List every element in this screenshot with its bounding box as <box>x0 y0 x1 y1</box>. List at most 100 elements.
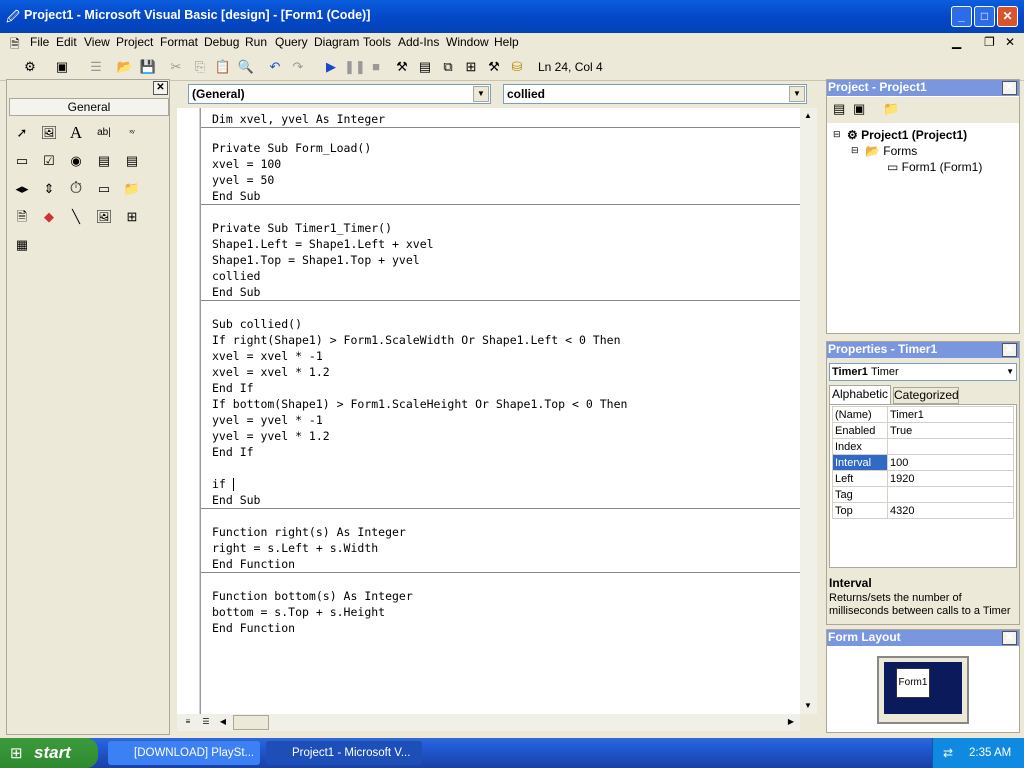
tree-form1-item[interactable]: ▭ Form1 (Form1) <box>887 160 982 174</box>
open-icon[interactable]: 📂 <box>115 57 135 77</box>
property-value[interactable] <box>887 438 1014 455</box>
listbox-icon[interactable]: ▤ <box>121 150 143 172</box>
ole-icon[interactable]: ▦ <box>11 234 33 256</box>
shape-icon[interactable]: ◆ <box>38 206 60 228</box>
toolbox-close-icon[interactable]: ✕ <box>153 81 168 95</box>
tree-collapse-icon[interactable]: ⊟ <box>851 145 859 156</box>
view-object-icon[interactable]: ▣ <box>853 101 865 117</box>
hscrollbar-icon[interactable]: ◂▸ <box>11 178 33 200</box>
menu-window[interactable]: Window <box>446 35 489 49</box>
menu-help[interactable]: Help <box>494 35 519 49</box>
object-combo[interactable]: (General) ▼ <box>188 84 491 104</box>
object-selector[interactable]: Timer1 Timer ▼ <box>829 363 1017 381</box>
property-value[interactable]: 1920 <box>887 470 1014 487</box>
filelistbox-icon[interactable]: 🗎 <box>11 206 33 228</box>
chevron-down-icon[interactable]: ▼ <box>473 86 489 102</box>
redo-icon[interactable]: ↷ <box>288 57 308 77</box>
paste-icon[interactable]: 📋 <box>213 57 233 77</box>
form-layout-icon[interactable]: ⧉ <box>438 57 458 77</box>
toggle-folders-icon[interactable]: 📁 <box>883 101 899 117</box>
save-icon[interactable]: 💾 <box>138 57 158 77</box>
vb-app-icon[interactable]: 🖉 <box>6 8 20 30</box>
label-icon[interactable]: A <box>65 122 87 144</box>
tree-forms-folder[interactable]: 📂 Forms <box>865 144 917 158</box>
image-icon[interactable]: 🖼 <box>93 206 115 228</box>
frame-icon[interactable]: ˣʸ <box>121 122 143 144</box>
maximize-button[interactable]: □ <box>974 6 995 27</box>
add-form-icon[interactable]: ▣ <box>52 57 72 77</box>
property-row[interactable]: Index <box>832 438 1014 455</box>
run-icon[interactable]: ▶ <box>321 57 341 77</box>
property-row[interactable]: Enabled True <box>832 422 1014 439</box>
undo-icon[interactable]: ↶ <box>265 57 285 77</box>
menu-view[interactable]: View <box>84 35 110 49</box>
scroll-left-icon[interactable]: ◀ <box>215 714 231 730</box>
tree-collapse-icon[interactable]: ⊟ <box>833 129 841 140</box>
project-panel-close-icon[interactable]: ✕ <box>1002 81 1017 95</box>
view-code-icon[interactable]: ▤ <box>833 101 845 117</box>
dirlistbox-icon[interactable]: 📁 <box>121 178 143 200</box>
add-project-icon[interactable]: ⚙ <box>20 57 40 77</box>
taskbar-item-vb[interactable]: Project1 - Microsoft V... <box>266 741 422 765</box>
data-view-icon[interactable]: ⛁ <box>507 57 527 77</box>
menu-editor-icon[interactable]: ☰ <box>86 57 106 77</box>
menu-tools[interactable]: Tools <box>363 35 391 49</box>
full-module-view-icon[interactable]: ☰ <box>198 714 214 730</box>
cut-icon[interactable]: ✂ <box>166 57 186 77</box>
form1-preview[interactable]: Form1 <box>896 668 930 698</box>
code-editor[interactable]: Dim xvel, yvel As Integer Private Sub Fo… <box>200 108 800 714</box>
menu-add-ins[interactable]: Add-Ins <box>398 35 439 49</box>
tab-categorized[interactable]: Categorized <box>893 387 959 404</box>
tab-alphabetic[interactable]: Alphabetic <box>829 385 891 404</box>
property-row[interactable]: Left 1920 <box>832 470 1014 487</box>
property-value[interactable]: 4320 <box>887 502 1014 519</box>
toolbox-tab-general[interactable]: General <box>9 98 169 116</box>
taskbar-item-download[interactable]: [DOWNLOAD] PlaySt... <box>108 741 260 765</box>
mdi-close-icon[interactable]: ✕ <box>1005 35 1015 49</box>
data-icon[interactable]: ⊞ <box>121 206 143 228</box>
mdi-minimize-icon[interactable]: ▁ <box>952 35 961 49</box>
line-icon[interactable]: ╲ <box>65 206 87 228</box>
copy-icon[interactable]: ⎘ <box>190 57 210 77</box>
property-row[interactable]: Tag <box>832 486 1014 503</box>
properties-window-icon[interactable]: ▤ <box>415 57 435 77</box>
combobox-icon[interactable]: ▤ <box>93 150 115 172</box>
object-browser-icon[interactable]: ⊞ <box>461 57 481 77</box>
minimize-button[interactable]: _ <box>951 6 972 27</box>
project-explorer-icon[interactable]: ⚒ <box>392 57 412 77</box>
menu-file[interactable]: File <box>30 35 49 49</box>
property-row[interactable]: (Name) Timer1 <box>832 406 1014 423</box>
property-row-selected[interactable]: Interval 100 <box>832 454 1014 471</box>
mdi-restore-icon[interactable]: ❐ <box>984 35 995 49</box>
commandbutton-icon[interactable]: ▭ <box>11 150 33 172</box>
toolbox-icon[interactable]: ⚒ <box>484 57 504 77</box>
optionbutton-icon[interactable]: ◉ <box>65 150 87 172</box>
property-value[interactable]: 100 <box>887 454 1014 471</box>
drivelistbox-icon[interactable]: ▭ <box>93 178 115 200</box>
menu-diagram[interactable]: Diagram <box>314 35 359 49</box>
vscrollbar-icon[interactable]: ⇕ <box>38 178 60 200</box>
property-value[interactable]: Timer1 <box>887 406 1014 423</box>
property-value[interactable] <box>887 486 1014 503</box>
scroll-thumb[interactable] <box>233 715 269 730</box>
menu-edit[interactable]: Edit <box>56 35 77 49</box>
scroll-up-icon[interactable]: ▲ <box>800 108 816 124</box>
pointer-icon[interactable]: ➚ <box>11 122 33 144</box>
menu-project[interactable]: Project <box>116 35 153 49</box>
chevron-down-icon[interactable]: ▼ <box>1006 364 1014 380</box>
close-button[interactable]: ✕ <box>997 6 1018 27</box>
scroll-down-icon[interactable]: ▼ <box>800 698 816 714</box>
timer-icon[interactable]: ⏱ <box>65 178 87 200</box>
network-icon[interactable]: ⇄ <box>943 738 953 768</box>
properties-panel-close-icon[interactable]: ✕ <box>1002 343 1017 357</box>
menu-run[interactable]: Run <box>245 35 267 49</box>
menu-debug[interactable]: Debug <box>204 35 239 49</box>
menu-query[interactable]: Query <box>275 35 308 49</box>
checkbox-icon[interactable]: ☑ <box>38 150 60 172</box>
vertical-scrollbar[interactable]: ▲ ▼ <box>800 108 817 714</box>
tree-project-root[interactable]: ⚙ Project1 (Project1) <box>847 128 967 142</box>
procedure-view-icon[interactable]: ≡ <box>180 714 196 730</box>
form-layout-close-icon[interactable]: ✕ <box>1002 631 1017 645</box>
procedure-combo[interactable]: collied ▼ <box>503 84 807 104</box>
horizontal-scrollbar[interactable]: ≡ ☰ ◀ ▶ <box>177 714 800 731</box>
